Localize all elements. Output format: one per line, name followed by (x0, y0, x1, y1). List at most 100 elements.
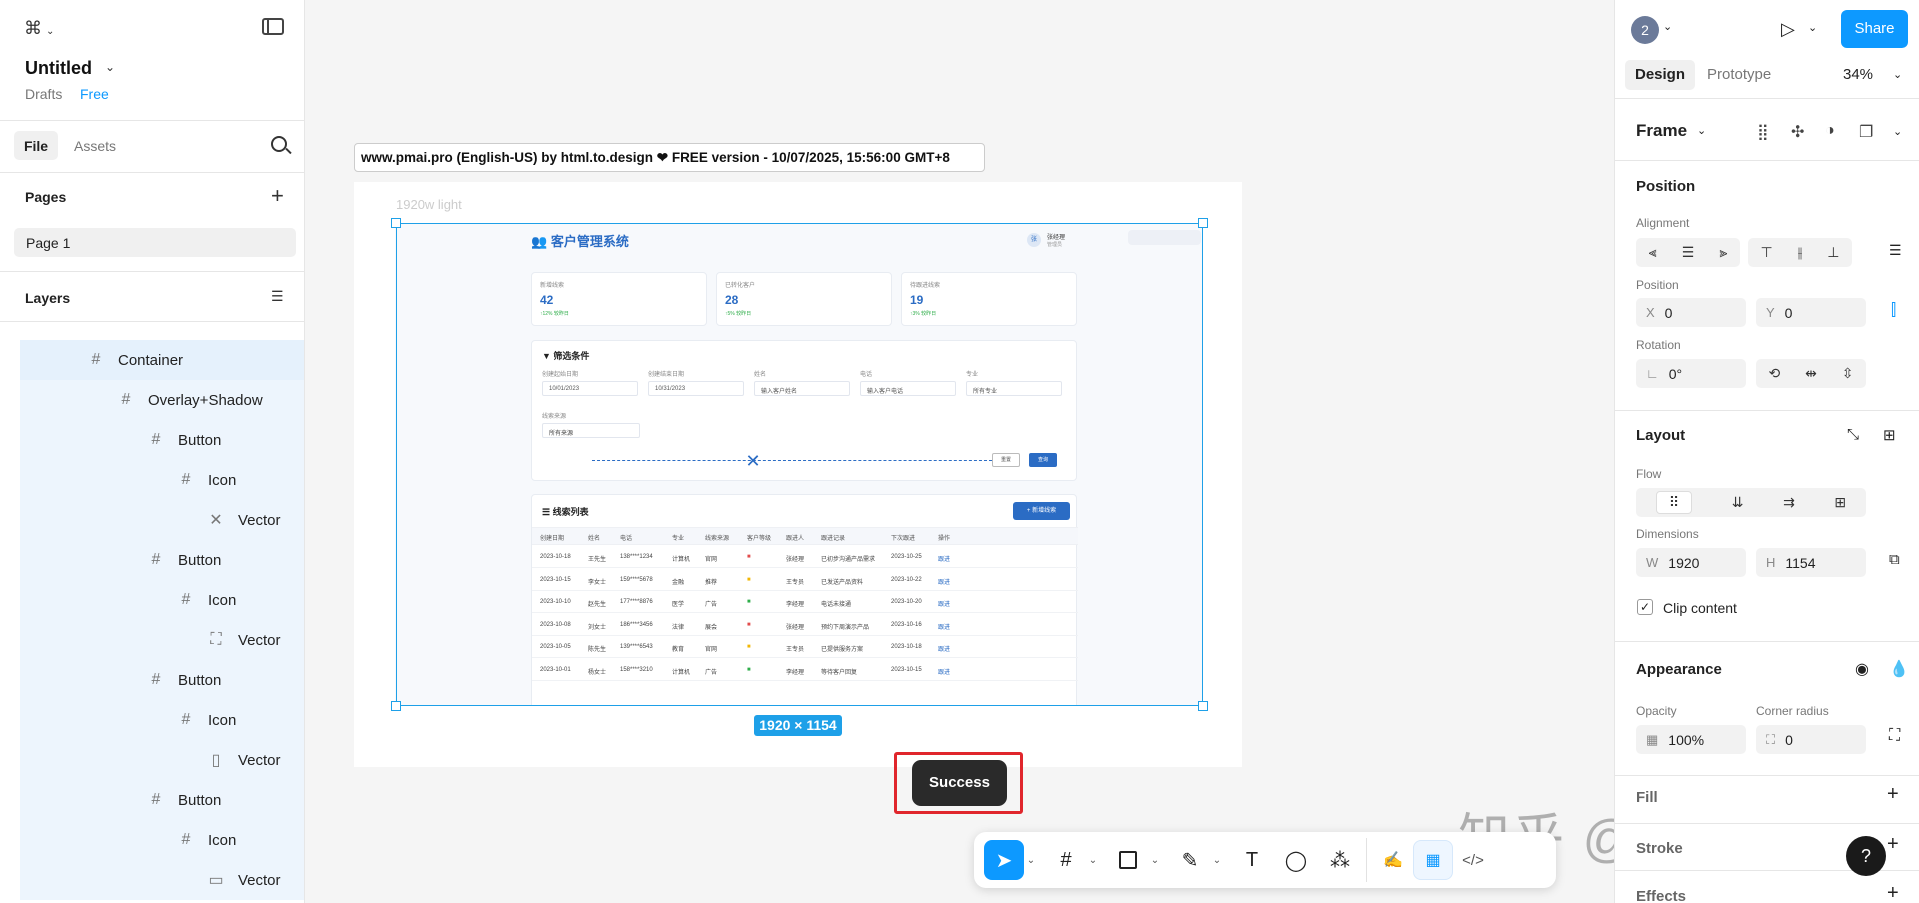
layer-row[interactable]: # Container (20, 340, 304, 380)
flip-vertical-icon[interactable]: ⇳ (1842, 365, 1854, 382)
align-center-icon[interactable]: ☰ (1682, 244, 1695, 261)
zoom-level[interactable]: 34% (1843, 66, 1873, 83)
flip-horizontal-icon[interactable]: ⇹ (1805, 365, 1817, 382)
play-icon[interactable]: ▷ (1781, 19, 1795, 40)
width-field[interactable]: W 1920 (1636, 548, 1746, 577)
auto-layout-icon[interactable]: ⊞ (1883, 426, 1896, 444)
selection-box[interactable] (396, 223, 1203, 706)
sidebar-toggle-icon[interactable] (262, 18, 284, 35)
rotate-icon[interactable]: ⟲ (1768, 365, 1780, 382)
frame-type[interactable]: Frame (1636, 121, 1687, 141)
layer-row[interactable]: # Icon (20, 820, 304, 860)
constraints-icon[interactable]: ⫿ (1891, 302, 1896, 320)
frame-name[interactable]: 1920w light (396, 197, 462, 212)
search-icon[interactable] (271, 136, 292, 155)
avatar[interactable]: 2 (1631, 16, 1659, 44)
actions-tool-icon[interactable]: ⁂ (1320, 840, 1360, 880)
chevron-down-icon[interactable]: ⌄ (1893, 125, 1902, 138)
chevron-down-icon[interactable]: ⌄ (1148, 855, 1162, 866)
h-value[interactable]: 1154 (1785, 555, 1815, 571)
clip-content-checkbox[interactable]: ✓ (1637, 599, 1653, 615)
page-item[interactable]: Page 1 (14, 228, 296, 257)
layer-row[interactable]: # Icon (20, 700, 304, 740)
layer-row[interactable]: # Icon (20, 460, 304, 500)
layer-row[interactable]: ▯ Vector (20, 740, 304, 780)
layer-row[interactable]: ▭ Vector (20, 860, 304, 900)
radius-value[interactable]: 0 (1785, 732, 1793, 748)
help-button[interactable]: ? (1846, 836, 1886, 876)
opacity-field[interactable]: ▦ 100% (1636, 725, 1746, 754)
chevron-down-icon[interactable]: ⌄ (1808, 21, 1817, 34)
canvas[interactable]: www.pmai.pro (English-US) by html.to.des… (305, 0, 1851, 903)
chevron-down-icon[interactable]: ⌄ (1086, 855, 1100, 866)
resize-to-fit-icon[interactable]: ⧉ (1889, 551, 1900, 568)
layer-row[interactable]: # Button (20, 780, 304, 820)
blend-drop-icon[interactable]: 💧 (1889, 659, 1909, 679)
y-field[interactable]: Y0 (1756, 298, 1866, 327)
x-field[interactable]: X0 (1636, 298, 1746, 327)
rotation-field[interactable]: ∟ 0° (1636, 359, 1746, 388)
resize-handle-br[interactable] (1198, 701, 1208, 711)
flow-vertical-icon[interactable]: ⇊ (1732, 494, 1744, 511)
plan-badge[interactable]: Free (80, 86, 109, 102)
move-tool-icon[interactable]: ➤ (984, 840, 1024, 880)
resize-handle-bl[interactable] (391, 701, 401, 711)
component-icon[interactable]: ✣ (1791, 122, 1804, 142)
layer-row[interactable]: ⛶ Vector (20, 620, 304, 660)
align-bottom-icon[interactable]: ⊥ (1827, 244, 1839, 261)
add-effect-icon[interactable]: + (1887, 882, 1899, 903)
distribute-icon[interactable]: ☰ (1889, 242, 1902, 259)
boolean-icon[interactable]: ❐ (1859, 122, 1873, 142)
opacity-value[interactable]: 100% (1668, 732, 1704, 748)
layers-filter-icon[interactable]: ☰ (271, 288, 284, 305)
grid-icon[interactable]: ⣿ (1757, 122, 1769, 142)
add-fill-icon[interactable]: + (1887, 783, 1899, 806)
flow-horizontal-icon[interactable]: ⇉ (1783, 494, 1795, 511)
design-mode-icon[interactable]: ▦ (1413, 840, 1453, 880)
frame-tool-icon[interactable]: # (1046, 840, 1086, 880)
align-middle-icon[interactable]: ⫲ (1798, 244, 1803, 261)
share-button[interactable]: Share (1841, 10, 1908, 48)
dev-mode-icon[interactable]: </> (1453, 840, 1493, 880)
chevron-down-icon[interactable]: ⌄ (1024, 855, 1038, 866)
flow-freeform-icon[interactable]: ⠿ (1655, 491, 1693, 514)
tab-prototype[interactable]: Prototype (1707, 66, 1771, 83)
draw-mode-icon[interactable]: ✍ (1373, 840, 1413, 880)
tab-file[interactable]: File (14, 131, 58, 160)
layer-row[interactable]: # Button (20, 540, 304, 580)
chevron-down-icon[interactable]: ⌄ (1697, 124, 1706, 137)
independent-corners-icon[interactable]: ⛶ (1889, 727, 1900, 745)
chevron-down-icon[interactable]: ⌄ (1663, 20, 1672, 33)
pen-tool-icon[interactable]: ✎ (1170, 840, 1210, 880)
text-tool-icon[interactable]: T (1232, 840, 1272, 880)
x-value[interactable]: 0 (1665, 305, 1673, 321)
eye-icon[interactable]: ◉ (1855, 659, 1869, 679)
layer-row[interactable]: # Overlay+Shadow (20, 380, 304, 420)
comment-tool-icon[interactable]: ◯ (1276, 840, 1316, 880)
add-stroke-icon[interactable]: + (1887, 833, 1899, 856)
tab-design[interactable]: Design (1625, 60, 1695, 90)
w-value[interactable]: 1920 (1668, 555, 1699, 571)
rectangle-tool-icon[interactable] (1108, 840, 1148, 880)
layer-row[interactable]: # Icon (20, 580, 304, 620)
align-top-icon[interactable]: ⊤ (1761, 244, 1773, 261)
y-value[interactable]: 0 (1785, 305, 1793, 321)
chevron-down-icon[interactable]: ⌄ (1893, 68, 1902, 81)
height-field[interactable]: H 1154 (1756, 548, 1866, 577)
file-title[interactable]: Untitled (25, 58, 92, 79)
drafts-link[interactable]: Drafts (25, 86, 62, 102)
add-page-icon[interactable]: + (271, 183, 284, 209)
resize-handle-tl[interactable] (391, 218, 401, 228)
align-left-icon[interactable]: ⫷ (1649, 244, 1657, 261)
figma-menu-icon[interactable]: ⌘ ⌄ (24, 18, 54, 39)
tab-assets[interactable]: Assets (74, 138, 116, 154)
chevron-down-icon[interactable]: ⌄ (105, 60, 115, 74)
flow-grid-icon[interactable]: ⊞ (1834, 494, 1846, 511)
resize-handle-tr[interactable] (1198, 218, 1208, 228)
contrast-icon[interactable]: ◑ (1825, 122, 1835, 140)
layer-row[interactable]: ✕ Vector (20, 500, 304, 540)
chevron-down-icon[interactable]: ⌄ (1210, 855, 1224, 866)
align-right-icon[interactable]: ⫸ (1719, 244, 1727, 261)
rotation-value[interactable]: 0° (1669, 366, 1682, 382)
layer-row[interactable]: # Button (20, 420, 304, 460)
